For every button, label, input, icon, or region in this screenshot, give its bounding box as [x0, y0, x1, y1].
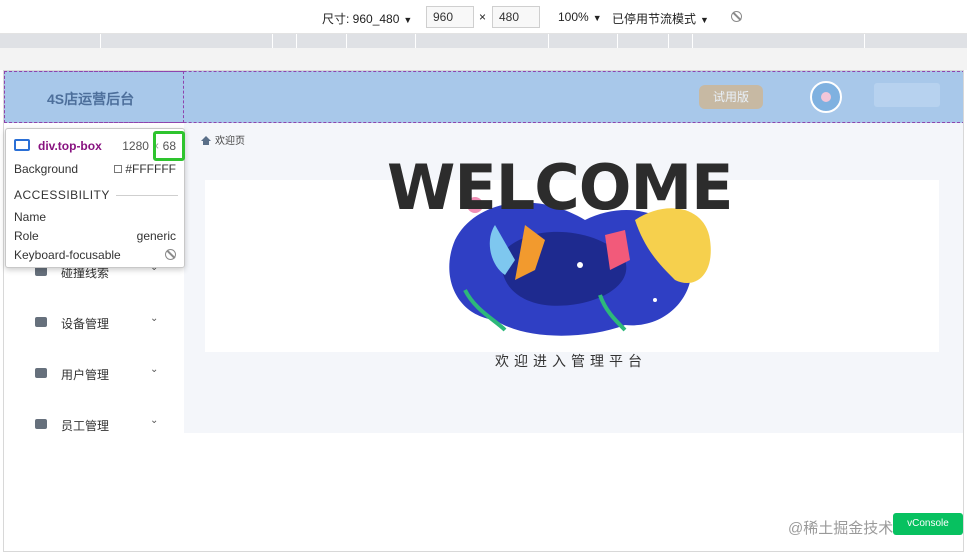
element-icon	[14, 139, 30, 151]
device-toolbar: 尺寸: 960_480 ▼ 960 × 480 100% ▼ 已停用节流模式 ▼	[0, 0, 967, 34]
username-area[interactable]	[874, 83, 940, 107]
throttle-dropdown[interactable]: 已停用节流模式 ▼	[612, 10, 709, 27]
chevron-down-icon: ⌄	[150, 415, 159, 426]
element-width: 1280	[122, 139, 149, 153]
sidebar-item-users[interactable]: 用户管理 ⌄	[4, 354, 184, 394]
welcome-subtitle: 欢迎进入管理平台	[495, 353, 647, 369]
dimensions-label: 尺寸: 960_480	[322, 12, 400, 26]
vconsole-button[interactable]: vConsole	[893, 513, 963, 535]
times-label: ×	[479, 10, 487, 24]
app-title: 4S店运营后台	[47, 91, 135, 107]
focusable-label: Keyboard-focusable	[14, 248, 121, 262]
sidebar-item-label: 员工管理	[61, 419, 110, 433]
chevron-down-icon: ⌄	[150, 364, 159, 375]
zoom-label: 100%	[558, 10, 589, 24]
main-content: 欢迎页 WELCOME 欢迎进入管理平台	[184, 123, 963, 433]
rotate-disabled-icon[interactable]	[731, 10, 742, 24]
role-value: generic	[136, 229, 176, 243]
staff-icon	[35, 419, 47, 429]
viewport-margin	[0, 48, 967, 70]
trial-badge[interactable]: 试用版	[699, 85, 763, 109]
chevron-down-icon: ▼	[700, 15, 709, 25]
sidebar-item-staff[interactable]: 员工管理 ⌄	[4, 405, 184, 445]
sidebar-item-label: 用户管理	[61, 368, 110, 382]
chevron-down-icon: ▼	[592, 13, 602, 23]
chevron-down-icon: ⌄	[150, 313, 159, 324]
sidebar-item-label: 设备管理	[61, 317, 110, 331]
element-selector-row: div.top-box	[14, 139, 102, 153]
element-selector: div.top-box	[38, 139, 102, 153]
divider	[116, 195, 178, 196]
background-value: #FFFFFF	[114, 162, 176, 176]
logo-area: 4S店运营后台	[4, 71, 184, 123]
height-highlight	[153, 131, 185, 161]
throttle-label: 已停用节流模式	[612, 12, 697, 26]
top-box: 4S店运营后台 试用版	[4, 71, 963, 123]
media-query-ruler	[0, 34, 967, 48]
name-label: Name	[14, 210, 47, 224]
welcome-title: WELCOME	[387, 151, 734, 224]
chevron-down-icon: ▼	[403, 15, 413, 25]
width-input[interactable]: 960	[426, 6, 474, 28]
height-input[interactable]: 480	[492, 6, 540, 28]
avatar[interactable]	[810, 81, 842, 113]
inspector-tooltip: div.top-box 1280 × 68 Background #FFFFFF…	[5, 128, 185, 268]
zoom-dropdown[interactable]: 100% ▼	[558, 10, 602, 24]
sidebar-item-devices[interactable]: 设备管理 ⌄	[4, 303, 184, 343]
home-icon	[201, 136, 211, 145]
not-focusable-icon	[165, 248, 176, 262]
background-label: Background	[14, 162, 79, 176]
breadcrumb-label: 欢迎页	[215, 136, 245, 147]
device-icon	[35, 317, 47, 327]
role-label: Role	[14, 229, 39, 243]
user-icon	[35, 368, 47, 378]
breadcrumb[interactable]: 欢迎页	[201, 132, 245, 147]
accessibility-heading: ACCESSIBILITY	[14, 188, 110, 202]
dimensions-dropdown[interactable]: 尺寸: 960_480 ▼	[322, 10, 412, 27]
background-hex: #FFFFFF	[125, 162, 176, 176]
